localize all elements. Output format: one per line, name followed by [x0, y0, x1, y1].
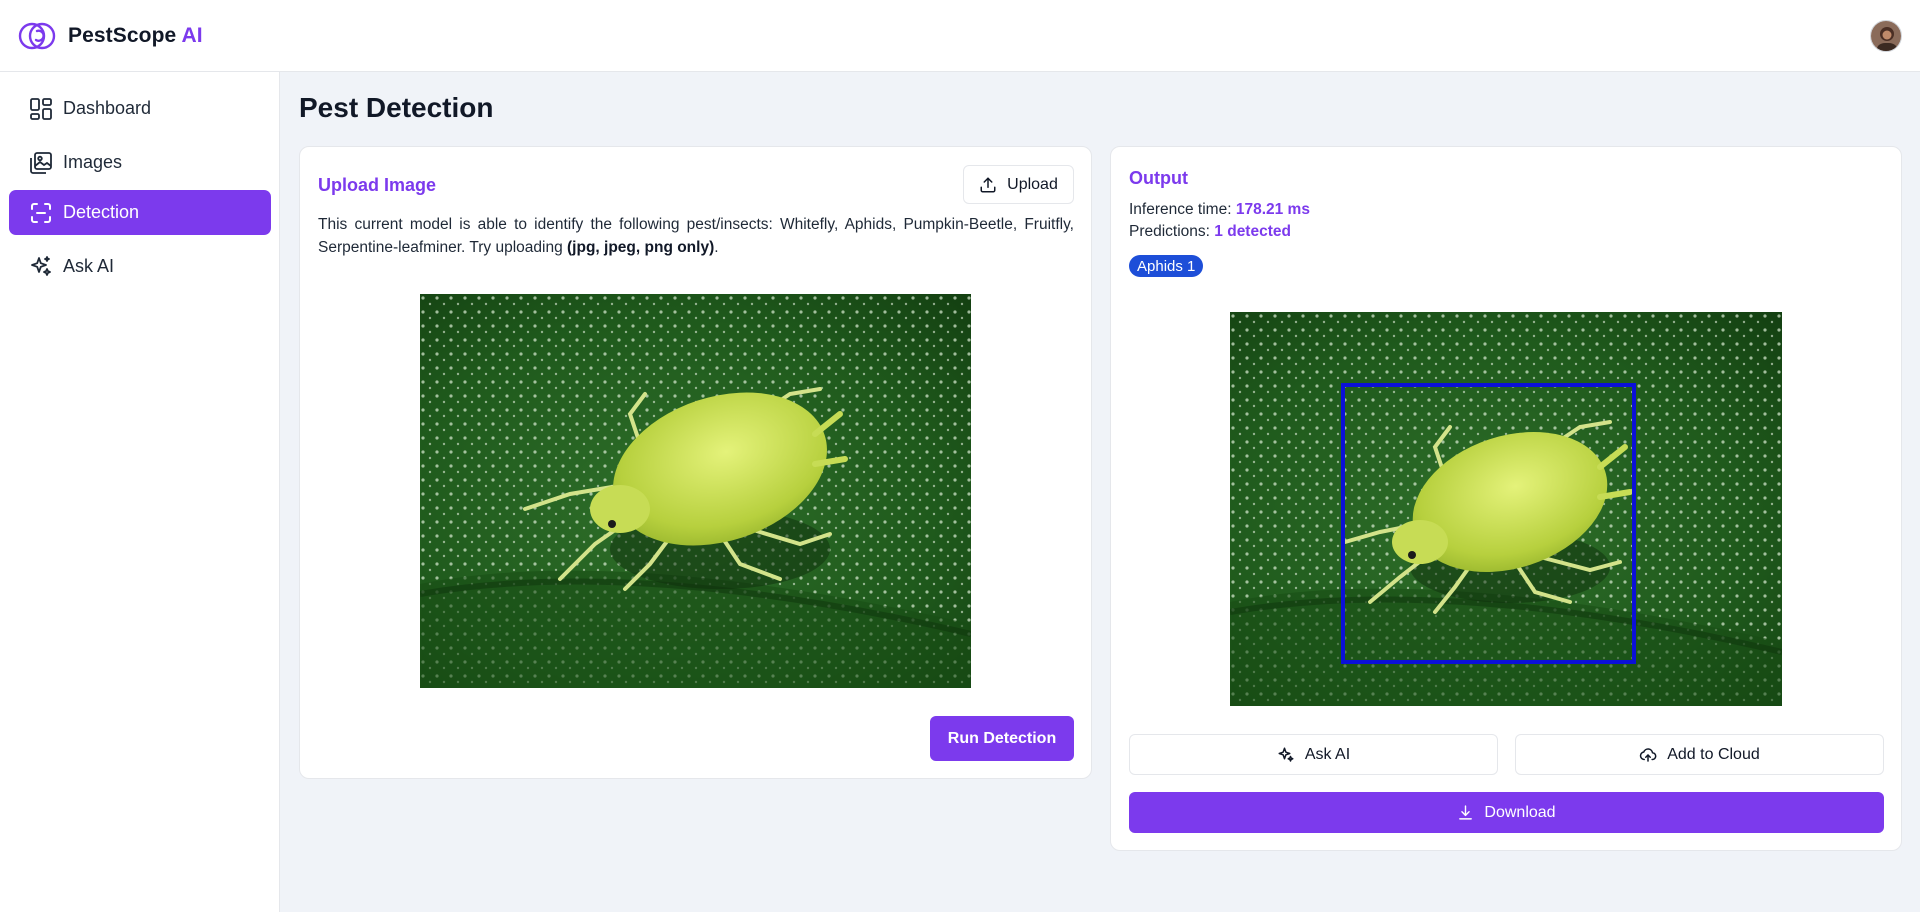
add-to-cloud-button[interactable]: Add to Cloud [1515, 734, 1884, 775]
model-description: This current model is able to identify t… [318, 216, 1074, 256]
avatar[interactable] [1870, 20, 1902, 52]
output-stats: Inference time: 178.21 ms Predictions: 1… [1129, 199, 1310, 243]
sparkles-icon [1278, 747, 1294, 762]
brand-logo[interactable]: PestScope AI [18, 19, 203, 53]
top-header: PestScope AI [0, 0, 1920, 72]
upload-icon [980, 177, 996, 192]
sparkles-icon [28, 254, 54, 280]
upload-button-label: Upload [1007, 175, 1058, 193]
run-detection-label: Run Detection [947, 729, 1057, 747]
sidebar-item-images[interactable]: Images [9, 140, 271, 185]
output-card: Output Inference time: 178.21 ms Predict… [1110, 146, 1902, 851]
sidebar-item-label: Dashboard [63, 98, 152, 118]
uploaded-image [420, 294, 971, 688]
scan-icon [28, 200, 54, 226]
output-card-title: Output [1129, 168, 1188, 188]
inference-time: Inference time: 178.21 ms [1129, 201, 1310, 218]
sidebar-item-dashboard[interactable]: Dashboard [9, 86, 271, 131]
sidebar: Dashboard Images Detection Ask AI [0, 72, 280, 912]
aphid-detection-photo [1230, 312, 1782, 706]
upload-card-title: Upload Image [318, 175, 437, 195]
upload-card: Upload Image Upload This current model i… [299, 146, 1092, 779]
sidebar-item-detection[interactable]: Detection [9, 190, 271, 235]
ask-ai-button[interactable]: Ask AI [1129, 734, 1498, 775]
download-icon [1459, 805, 1473, 820]
dashboard-icon [28, 96, 54, 122]
cloud-upload-icon [1640, 747, 1657, 762]
upload-button[interactable]: Upload [963, 165, 1074, 204]
sidebar-item-ask-ai[interactable]: Ask AI [9, 244, 271, 289]
predictions-count: Predictions: 1 detected [1129, 223, 1291, 240]
sidebar-item-label: Detection [63, 202, 140, 222]
download-label: Download [1484, 803, 1556, 821]
brand-name: PestScope AI [68, 24, 203, 47]
download-button[interactable]: Download [1129, 792, 1884, 833]
images-icon [28, 150, 54, 176]
logo-icon [18, 22, 56, 50]
run-detection-button[interactable]: Run Detection [930, 716, 1074, 761]
output-image [1230, 312, 1782, 706]
aphid-photo [420, 294, 971, 688]
add-to-cloud-label: Add to Cloud [1667, 745, 1760, 763]
detection-badge: Aphids 1 [1129, 255, 1204, 277]
sidebar-item-label: Images [63, 152, 123, 172]
ask-ai-label: Ask AI [1304, 745, 1351, 763]
page-title: Pest Detection [299, 92, 494, 123]
sidebar-item-label: Ask AI [63, 256, 115, 276]
